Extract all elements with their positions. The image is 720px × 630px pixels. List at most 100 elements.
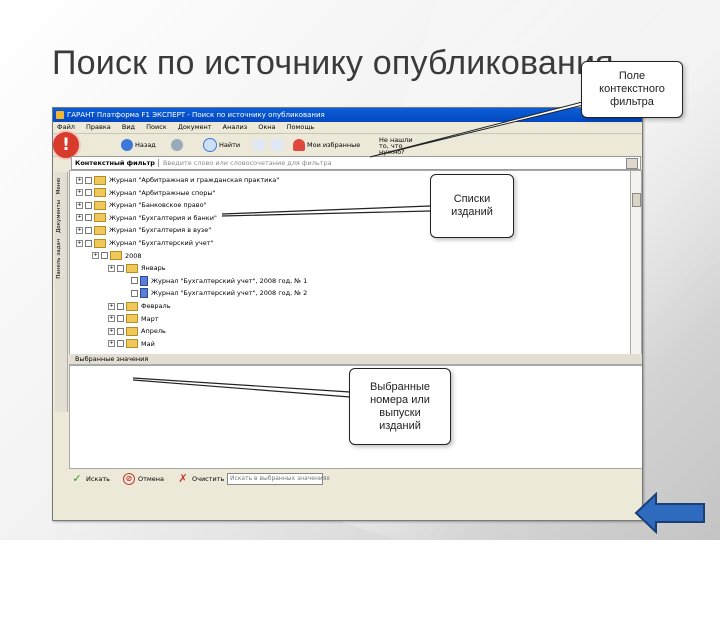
- tree-checkbox[interactable]: [101, 252, 108, 260]
- folder-icon: [94, 238, 106, 248]
- back-arrow-icon: [121, 139, 133, 151]
- context-filter-bar[interactable]: Контекстный фильтр Введите слово или слов…: [71, 156, 641, 170]
- tree-row[interactable]: + Журнал "Бухгалтерия и банки": [76, 212, 217, 224]
- filter-apply-icon[interactable]: [626, 158, 638, 169]
- callout-lists-text: Списки изданий: [451, 193, 493, 218]
- tree-row-label: Журнал "Бухгалтерский учет", 2008 год, №…: [151, 276, 308, 285]
- clear-button[interactable]: ✗ Очистить: [177, 473, 224, 485]
- find-label: Искать: [86, 475, 110, 483]
- tree-row[interactable]: Журнал "Бухгалтерский учет", 2008 год, №…: [124, 287, 307, 299]
- menu-item-search[interactable]: Поиск: [146, 123, 167, 131]
- expand-toggle-icon[interactable]: +: [76, 176, 83, 184]
- document-icon: [140, 288, 148, 299]
- folder-icon: [94, 188, 106, 198]
- tree-row[interactable]: + Журнал "Арбитражные споры": [76, 187, 215, 199]
- cancel-button[interactable]: ⊘ Отмена: [123, 473, 164, 485]
- expand-toggle-icon[interactable]: +: [76, 214, 83, 222]
- expand-toggle-icon[interactable]: +: [76, 226, 83, 234]
- tree-checkbox[interactable]: [85, 176, 92, 184]
- hint-label: Не нашли то, что нужно?: [379, 136, 413, 156]
- font-decrease-icon: [271, 139, 283, 151]
- scroll-thumb[interactable]: [632, 193, 641, 207]
- search-button[interactable]: Найти: [203, 138, 240, 152]
- back-button[interactable]: Назад: [121, 138, 156, 152]
- tree-checkbox[interactable]: [117, 327, 124, 335]
- menu-item-view[interactable]: Вид: [122, 123, 135, 131]
- tree-row[interactable]: + Март: [108, 313, 159, 325]
- tree-row[interactable]: Журнал "Бухгалтерский учет", 2008 год, №…: [124, 275, 307, 287]
- forward-button[interactable]: [171, 138, 185, 152]
- tree-row-label: Март: [141, 314, 159, 323]
- tree-row-label: Журнал "Арбитражная и гражданская практи…: [109, 176, 280, 184]
- hint-button[interactable]: Не нашли то, что нужно?: [379, 137, 419, 156]
- expand-toggle-icon[interactable]: +: [108, 302, 115, 310]
- expand-toggle-icon[interactable]: +: [76, 189, 83, 197]
- find-button[interactable]: ✓ Искать: [71, 473, 110, 485]
- search-icon: [203, 138, 217, 152]
- search-scope-value: Искать в выбранных значениях: [227, 473, 330, 485]
- expand-toggle-icon[interactable]: +: [108, 264, 115, 272]
- tree-row[interactable]: + Журнал "Банковское право": [76, 199, 207, 211]
- tree-checkbox[interactable]: [117, 340, 124, 348]
- tree-row[interactable]: + Журнал "Арбитражная и гражданская практ…: [76, 174, 279, 186]
- favorites-label: Мои избранные: [307, 141, 361, 149]
- expand-toggle-icon[interactable]: +: [108, 340, 115, 348]
- tree-checkbox[interactable]: [117, 264, 124, 272]
- tree-row[interactable]: + Апрель: [108, 325, 166, 337]
- side-tab-taskpanel[interactable]: Панель задач: [56, 239, 62, 279]
- tree-checkbox[interactable]: [131, 277, 138, 285]
- tree-checkbox[interactable]: [85, 226, 92, 234]
- callout-lists: Списки изданий: [430, 174, 514, 238]
- side-tabs: Меню Документы Панель задач: [55, 172, 68, 412]
- menu-item-windows[interactable]: Окна: [258, 123, 275, 131]
- expand-toggle-icon[interactable]: +: [76, 201, 83, 209]
- tree-row[interactable]: + Январь: [108, 262, 166, 274]
- tree-row-label: Журнал "Бухгалтерский учет", 2008 год, №…: [151, 289, 308, 298]
- tree-checkbox[interactable]: [85, 214, 92, 222]
- tree-row[interactable]: + Февраль: [108, 300, 171, 312]
- tree-checkbox[interactable]: [85, 239, 92, 247]
- tree-scrollbar[interactable]: [630, 170, 642, 355]
- tree-checkbox[interactable]: [131, 289, 138, 297]
- expand-toggle-icon[interactable]: +: [92, 252, 99, 260]
- side-tab-menu[interactable]: Меню: [56, 178, 62, 194]
- cancel-icon: ⊘: [123, 473, 135, 485]
- menu-item-help[interactable]: Помощь: [287, 123, 315, 131]
- menu-item-edit[interactable]: Правка: [86, 123, 111, 131]
- app-window: ГАРАНТ Платформа F1 ЭКСПЕРТ - Поиск по и…: [52, 107, 643, 521]
- font-increase-button[interactable]: [253, 138, 267, 152]
- tree-row-label: Журнал "Бухгалтерский учет": [109, 239, 214, 247]
- favorites-button[interactable]: Мои избранные: [293, 138, 360, 152]
- tree-row[interactable]: +2008: [92, 250, 142, 262]
- tree-checkbox[interactable]: [85, 201, 92, 209]
- sources-tree: + Журнал "Арбитражная и гражданская практ…: [69, 170, 631, 355]
- tree-row-label: Журнал "Бухгалтерия в вузе": [109, 226, 212, 235]
- callout-filter-field: Поле контекстного фильтра: [581, 61, 683, 118]
- folder-icon: [110, 251, 122, 261]
- tree-checkbox[interactable]: [117, 315, 124, 323]
- back-nav-button[interactable]: [634, 492, 708, 534]
- search-scope-select[interactable]: Искать в выбранных значениях: [227, 473, 330, 485]
- folder-icon: [94, 213, 106, 223]
- context-filter-input[interactable]: Введите слово или словосочетание для фил…: [163, 159, 332, 167]
- expand-toggle-icon[interactable]: +: [108, 327, 115, 335]
- folder-icon: [94, 200, 106, 210]
- heart-icon: [293, 139, 305, 151]
- tree-checkbox[interactable]: [117, 302, 124, 310]
- tree-checkbox[interactable]: [85, 189, 92, 197]
- tree-row[interactable]: + Журнал "Бухгалтерский учет": [76, 237, 214, 249]
- menu-item-document[interactable]: Документ: [178, 123, 212, 131]
- callout-selected: Выбранные номера или выпуски изданий: [349, 368, 451, 445]
- folder-icon: [126, 263, 138, 273]
- selected-values-title: Выбранные значения: [75, 355, 149, 363]
- tree-row[interactable]: + Журнал "Бухгалтерия в вузе": [76, 224, 211, 236]
- menu-item-analysis[interactable]: Анализ: [223, 123, 248, 131]
- expand-toggle-icon[interactable]: +: [108, 315, 115, 323]
- callout-selected-text: Выбранные номера или выпуски изданий: [370, 380, 430, 432]
- side-tab-documents[interactable]: Документы: [56, 200, 62, 233]
- tree-row[interactable]: + Май: [108, 338, 155, 350]
- font-decrease-button[interactable]: [271, 138, 285, 152]
- expand-toggle-icon[interactable]: +: [76, 239, 83, 247]
- font-increase-icon: [253, 139, 265, 151]
